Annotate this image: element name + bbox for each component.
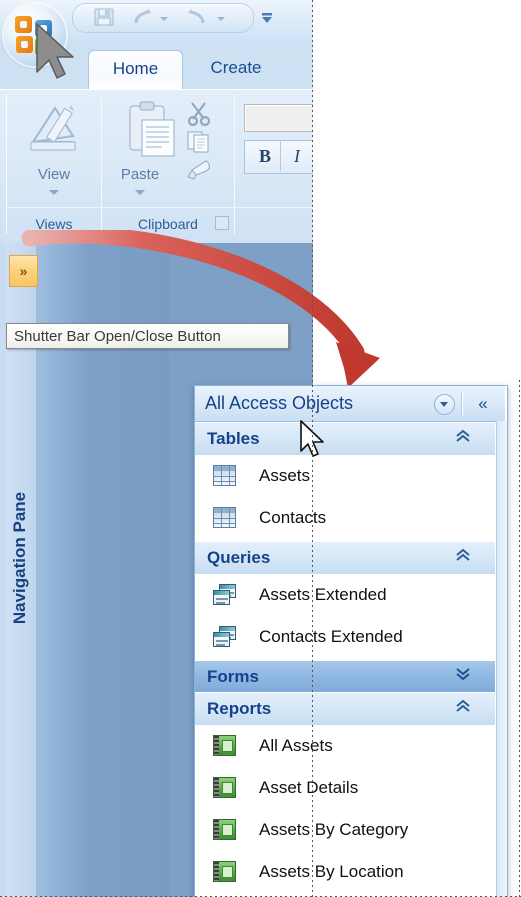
group-label-tables: Tables <box>207 429 260 448</box>
group-chevron-queries[interactable] <box>455 542 471 574</box>
table-icon <box>213 465 236 486</box>
italic-button[interactable]: I <box>284 146 310 167</box>
chevron-up-double-icon <box>456 699 470 712</box>
chevron-down-double-icon <box>456 668 470 681</box>
group-chevron-forms[interactable] <box>455 661 471 693</box>
crop-edge-right-upper <box>312 0 313 897</box>
group-header-forms[interactable]: Forms <box>195 660 495 694</box>
ribbon-group-clipboard: Paste Clipboard <box>101 94 235 234</box>
save-icon[interactable] <box>94 8 114 26</box>
report-icon <box>213 819 236 840</box>
clipboard-dialog-launcher[interactable] <box>215 216 229 230</box>
group-chevron-reports[interactable] <box>455 693 471 725</box>
list-item[interactable]: Contacts <box>195 497 495 539</box>
mouse-pointer-icon <box>36 23 74 79</box>
pane-scrollbar[interactable] <box>496 421 507 897</box>
redo-dropdown-arrow[interactable] <box>160 17 168 21</box>
report-icon <box>213 735 236 756</box>
paste-icon[interactable] <box>124 100 182 162</box>
paste-dropdown-caret[interactable] <box>135 190 145 195</box>
list-item-label: All Assets <box>259 736 333 755</box>
group-label-reports: Reports <box>207 699 272 718</box>
redo-icon[interactable] <box>132 8 152 26</box>
list-item-label: Assets Extended <box>259 585 387 604</box>
list-item-label: Asset Details <box>259 778 359 797</box>
collapse-pane-button[interactable]: « <box>471 393 495 414</box>
list-item[interactable]: Assets By Category <box>195 809 495 851</box>
list-item[interactable]: Assets <box>195 455 495 497</box>
navigation-pane-label: Navigation Pane <box>10 491 29 625</box>
group-header-tables[interactable]: Tables <box>195 422 495 456</box>
group-header-queries[interactable]: Queries <box>195 541 495 575</box>
all-access-objects-title: All Access Objects <box>205 393 354 413</box>
cut-scissors-icon[interactable] <box>186 100 212 126</box>
view-dropdown-caret[interactable] <box>49 190 59 195</box>
list-item[interactable]: Asset Details <box>195 767 495 809</box>
list-item[interactable]: Assets Extended <box>195 574 495 616</box>
group-chevron-tables[interactable] <box>455 423 471 455</box>
group-header-reports[interactable]: Reports <box>195 692 495 726</box>
undo-dropdown-arrow[interactable] <box>217 17 225 21</box>
list-item-label: Assets By Location <box>259 862 404 881</box>
all-access-objects-titlebar[interactable]: All Access Objects « <box>195 386 505 422</box>
shutter-bar-tooltip: Shutter Bar Open/Close Button <box>6 323 289 349</box>
copy-icon[interactable] <box>186 130 212 154</box>
callout-arrow <box>21 230 380 388</box>
cursor-arrow-icon <box>300 420 324 457</box>
tab-create[interactable]: Create <box>187 50 285 90</box>
list-item[interactable]: All Assets <box>195 725 495 767</box>
report-icon <box>213 777 236 798</box>
bold-button[interactable]: B <box>252 146 278 167</box>
list-item[interactable]: Assets By Location <box>195 851 495 893</box>
report-icon <box>213 861 236 882</box>
list-item-label: Contacts Extended <box>259 627 403 646</box>
view-icon[interactable] <box>25 102 83 162</box>
tab-home[interactable]: Home <box>88 50 183 91</box>
list-item-label: Assets By Category <box>259 820 409 839</box>
table-icon <box>213 507 236 528</box>
list-item[interactable]: Contacts Extended <box>195 616 495 658</box>
crop-edge-right-lower <box>519 380 520 897</box>
list-item-label: Contacts <box>259 508 327 527</box>
ribbon-group-views: View Views <box>6 94 102 234</box>
font-name-combo[interactable] <box>244 104 313 132</box>
customize-quick-access-toolbar-icon[interactable] <box>259 10 275 26</box>
chevron-down-icon[interactable] <box>434 394 455 415</box>
screenshot-root: Home Create View Views Paste Clipboard B… <box>0 0 521 897</box>
chevron-up-double-icon <box>456 429 470 442</box>
format-painter-icon[interactable] <box>186 158 214 182</box>
undo-icon[interactable] <box>187 8 207 26</box>
query-icon <box>213 584 236 605</box>
group-label-queries: Queries <box>207 548 271 567</box>
all-access-objects-pane: All Access Objects « Tables Assets Conta… <box>194 385 508 897</box>
chevron-up-double-icon <box>456 548 470 561</box>
group-label-forms: Forms <box>207 667 259 686</box>
query-icon <box>213 626 236 647</box>
